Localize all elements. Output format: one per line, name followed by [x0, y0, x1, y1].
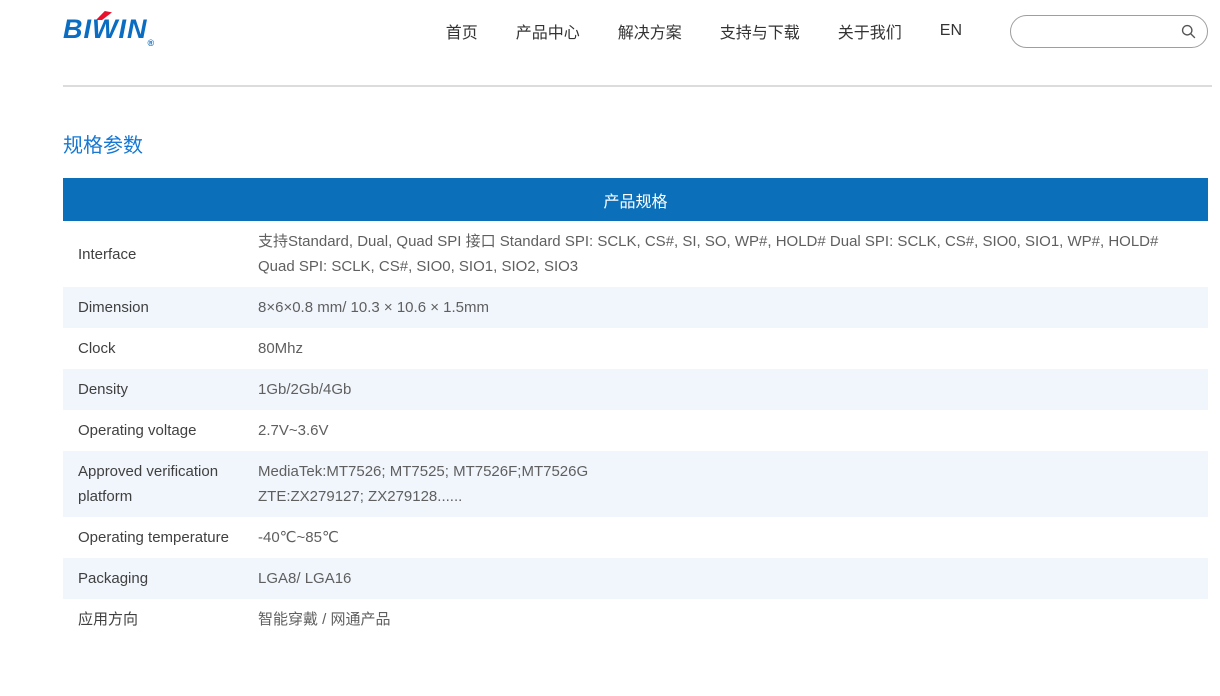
row-value: MediaTek:MT7526; MT7525; MT7526F;MT7526G…	[258, 451, 1208, 517]
row-label: Interface	[78, 245, 137, 263]
table-row-application-direction: 应用方向 智能穿戴 / 网通产品	[63, 599, 1208, 640]
table-row-clock: Clock 80Mhz	[63, 328, 1208, 369]
row-value-line: MediaTek:MT7526; MT7525; MT7526F;MT7526G	[258, 463, 589, 480]
nav-item-solutions[interactable]: 解决方案	[618, 19, 682, 43]
row-label: Clock	[78, 340, 116, 357]
row-value: 支持Standard, Dual, Quad SPI 接口 Standard S…	[258, 233, 1159, 275]
biwin-logo-text: BIWIN	[63, 14, 148, 44]
row-label: Dimension	[78, 299, 149, 316]
table-row-operating-temperature: Operating temperature -40℃~85℃	[63, 517, 1208, 558]
biwin-logo[interactable]: BIWIN ®	[63, 11, 155, 48]
nav-item-support-download[interactable]: 支持与下载	[720, 19, 800, 43]
row-label: Operating voltage	[78, 422, 197, 439]
search-icon[interactable]	[1180, 23, 1197, 40]
row-label: 应用方向	[78, 611, 139, 628]
row-value: 8×6×0.8 mm/ 10.3 × 10.6 × 1.5mm	[258, 299, 489, 316]
table-row-approved-verification-platform: Approved verification platform MediaTek:…	[63, 451, 1208, 517]
spec-table-header: 产品规格	[63, 178, 1208, 221]
table-row-dimension: Dimension 8×6×0.8 mm/ 10.3 × 10.6 × 1.5m…	[63, 287, 1208, 328]
page-title: 规格参数	[63, 135, 143, 157]
table-row-interface: Interface 支持Standard, Dual, Quad SPI 接口 …	[63, 221, 1208, 287]
row-label: Approved verification platform	[78, 463, 219, 505]
nav-item-about-us[interactable]: 关于我们	[838, 19, 902, 43]
spec-table: 产品规格 Interface 支持Standard, Dual, Quad SP…	[63, 178, 1208, 640]
nav-item-home[interactable]: 首页	[446, 19, 478, 43]
search-input[interactable]	[1025, 23, 1180, 39]
header-divider	[63, 85, 1212, 87]
search-box[interactable]	[1010, 14, 1208, 48]
row-label: Packaging	[78, 570, 149, 587]
row-value-line: ZTE:ZX279127; ZX279128......	[258, 488, 463, 505]
table-row-operating-voltage: Operating voltage 2.7V~3.6V	[63, 410, 1208, 451]
main-content: 规格参数 产品规格 Interface 支持Standard, Dual, Qu…	[63, 129, 1208, 640]
row-value: -40℃~85℃	[258, 529, 339, 546]
nav-item-products[interactable]: 产品中心	[516, 19, 580, 43]
registered-trademark-mark: ®	[147, 38, 155, 48]
site-header: BIWIN ® 首页 产品中心 解决方案 支持与下载 关于我们 EN	[0, 0, 1220, 48]
row-value: 2.7V~3.6V	[258, 422, 329, 439]
row-value: LGA8/ LGA16	[258, 570, 352, 587]
row-value: 智能穿戴 / 网通产品	[258, 611, 391, 628]
row-label: Operating temperature	[78, 529, 229, 546]
row-label: Density	[78, 381, 129, 398]
table-row-packaging: Packaging LGA8/ LGA16	[63, 558, 1208, 599]
main-nav: 首页 产品中心 解决方案 支持与下载 关于我们 EN	[446, 19, 962, 43]
row-value: 80Mhz	[258, 340, 304, 357]
language-switch-en[interactable]: EN	[940, 22, 962, 40]
row-value: 1Gb/2Gb/4Gb	[258, 381, 352, 398]
table-row-density: Density 1Gb/2Gb/4Gb	[63, 369, 1208, 410]
